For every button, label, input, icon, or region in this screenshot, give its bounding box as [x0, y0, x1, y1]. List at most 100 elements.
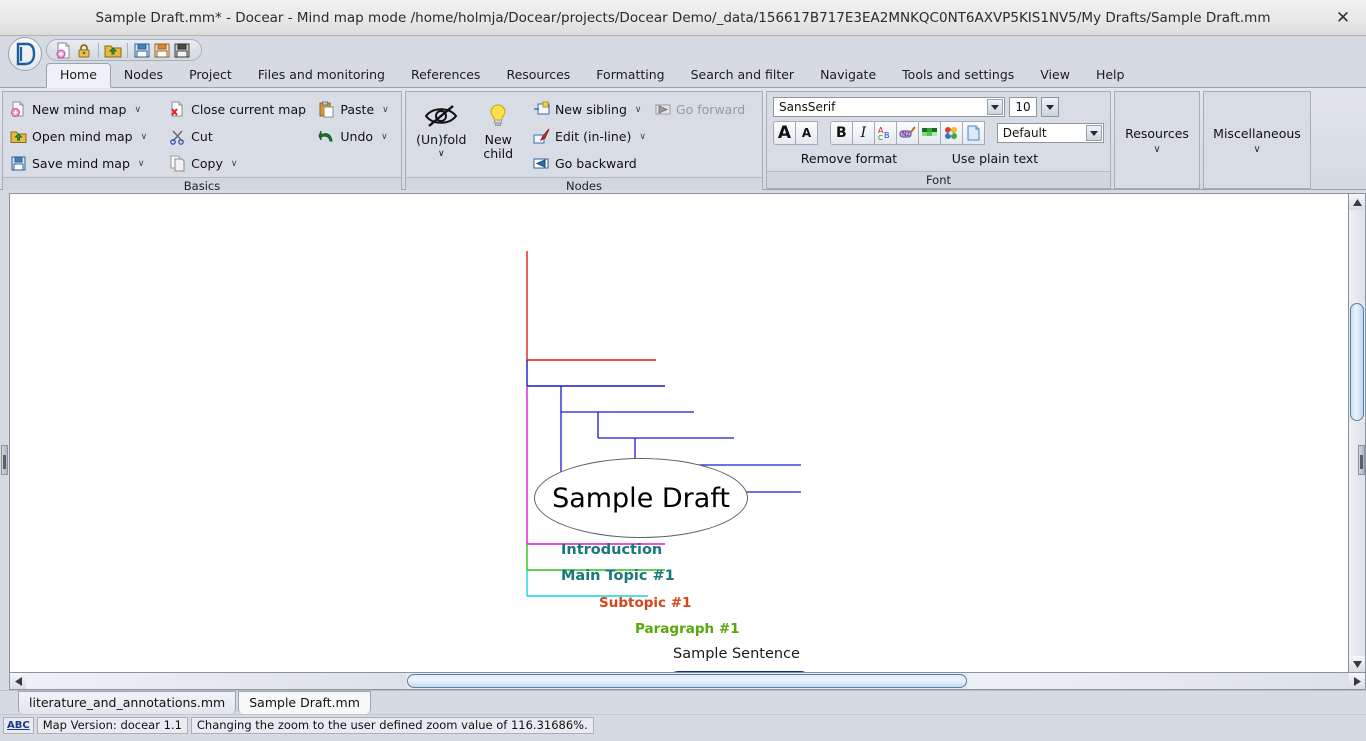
mindmap-node-introduction[interactable]: Introduction: [561, 542, 662, 558]
font-size-input[interactable]: 10: [1009, 97, 1037, 117]
horizontal-scrollbar[interactable]: [9, 673, 1366, 690]
chevron-down-icon[interactable]: ∨: [135, 105, 142, 115]
mindmap-root-node[interactable]: Sample Draft: [534, 458, 748, 538]
save-as-icon[interactable]: [153, 42, 171, 59]
chevron-down-icon[interactable]: ∨: [1153, 144, 1160, 155]
undo-label: Undo: [340, 129, 373, 144]
right-panel-collapse-handle[interactable]: [1358, 445, 1365, 475]
close-current-map-button[interactable]: Close current map: [167, 96, 316, 123]
scroll-right-button[interactable]: [1349, 673, 1365, 689]
unfold-button[interactable]: (Un)fold ∨: [411, 96, 472, 177]
tab-formatting[interactable]: Formatting: [583, 64, 677, 87]
tab-files-and-monitoring[interactable]: Files and monitoring: [245, 64, 398, 87]
mindmap-node-paragraph-1[interactable]: Paragraph #1: [635, 621, 740, 637]
new-sibling-button[interactable]: New sibling ∨: [531, 96, 652, 123]
go-backward-button[interactable]: Go backward: [531, 150, 652, 177]
tab-references[interactable]: References: [398, 64, 493, 87]
node-background-color-button[interactable]: [918, 121, 941, 145]
chevron-down-icon[interactable]: ∨: [381, 132, 388, 142]
chevron-down-icon[interactable]: ∨: [231, 159, 238, 169]
window-title-bar: Sample Draft.mm* - Docear - Mind map mod…: [0, 0, 1366, 36]
mindmap-node-sample-sentence-1[interactable]: Sample Sentence: [673, 646, 800, 662]
vertical-scroll-thumb[interactable]: [1350, 303, 1364, 421]
tab-navigate[interactable]: Navigate: [807, 64, 889, 87]
font-style-buttons: B I A B C Nz: [830, 121, 984, 145]
root-node-label: Sample Draft: [552, 483, 730, 514]
chevron-down-icon[interactable]: [1086, 125, 1102, 141]
cut-label: Cut: [191, 129, 213, 144]
chevron-down-icon[interactable]: [987, 99, 1003, 115]
mind-map-area: Sample Draft Introduction Main Topic #1 …: [0, 190, 1366, 673]
tab-search-and-filter[interactable]: Search and filter: [678, 64, 808, 87]
scroll-up-button[interactable]: [1349, 194, 1365, 210]
new-child-label-line2: child: [483, 147, 513, 161]
font-family-select[interactable]: SansSerif: [773, 97, 1005, 117]
spellcheck-status-icon[interactable]: ABC: [3, 717, 34, 734]
miscellaneous-button[interactable]: Miscellaneous ∨: [1203, 91, 1311, 189]
docear-logo-icon[interactable]: [8, 37, 42, 71]
open-mind-map-button[interactable]: Open mind map ∨: [8, 123, 167, 150]
doc-tab-sample-draft[interactable]: Sample Draft.mm: [238, 691, 371, 714]
vertical-scrollbar[interactable]: [1349, 193, 1366, 673]
paste-button[interactable]: Paste ∨: [316, 96, 396, 123]
copy-label: Copy: [191, 156, 223, 171]
new-mind-map-icon[interactable]: [55, 42, 73, 59]
node-style-colors-button[interactable]: [940, 121, 963, 145]
save-mind-map-button[interactable]: Save mind map ∨: [8, 150, 167, 177]
chevron-down-icon[interactable]: ∨: [141, 132, 148, 142]
chevron-down-icon[interactable]: ∨: [138, 159, 145, 169]
mindmap-node-main-topic-1[interactable]: Main Topic #1: [561, 568, 675, 584]
tab-nodes[interactable]: Nodes: [111, 64, 176, 87]
node-label: Main Topic #1: [561, 568, 675, 584]
doc-tab-literature-and-annotations[interactable]: literature_and_annotations.mm: [18, 691, 236, 714]
save-mind-map-label: Save mind map: [32, 156, 130, 171]
undo-button[interactable]: Undo ∨: [316, 123, 396, 150]
tab-resources[interactable]: Resources: [493, 64, 583, 87]
copy-button[interactable]: Copy ∨: [167, 150, 316, 177]
chevron-down-icon[interactable]: ∨: [382, 105, 389, 115]
scroll-left-button[interactable]: [10, 673, 26, 689]
new-mind-map-button[interactable]: New mind map ∨: [8, 96, 167, 123]
new-child-button[interactable]: New child: [472, 96, 525, 177]
node-color-button[interactable]: A B C: [874, 121, 897, 145]
vertical-scroll-track-top[interactable]: [1349, 210, 1365, 302]
highlight-color-button[interactable]: Nz: [896, 121, 919, 145]
scroll-down-button[interactable]: [1349, 656, 1365, 672]
grip-dots-icon: [3, 454, 6, 468]
edit-inline-button[interactable]: Edit (in-line) ∨: [531, 123, 652, 150]
italic-button[interactable]: I: [852, 121, 875, 145]
open-folder-icon[interactable]: [104, 42, 122, 59]
chevron-down-icon[interactable]: ∨: [1253, 144, 1260, 155]
node-style-select[interactable]: Default: [997, 123, 1104, 143]
tab-tools-and-settings[interactable]: Tools and settings: [889, 64, 1027, 87]
font-size-stepper[interactable]: [1041, 97, 1059, 117]
open-folder-icon: [10, 128, 27, 145]
tab-project[interactable]: Project: [176, 64, 245, 87]
close-icon[interactable]: ✕: [1330, 5, 1356, 31]
mindmap-node-sample-sentence-2-selected[interactable]: Sample Sentence: [669, 671, 810, 673]
mindmap-node-subtopic-1[interactable]: Subtopic #1: [599, 595, 691, 611]
go-backward-icon: [533, 155, 550, 172]
decrease-font-size-button[interactable]: A: [795, 121, 818, 145]
left-panel-collapse-handle[interactable]: [1, 445, 8, 475]
mind-map-canvas[interactable]: Sample Draft Introduction Main Topic #1 …: [9, 193, 1349, 673]
save-all-icon[interactable]: [173, 42, 191, 59]
horizontal-scroll-track-left[interactable]: [26, 673, 406, 689]
chevron-down-icon[interactable]: ∨: [438, 147, 445, 161]
use-plain-text-button[interactable]: [962, 121, 985, 145]
go-forward-label: Go forward: [676, 102, 745, 117]
save-icon[interactable]: [133, 42, 151, 59]
horizontal-scroll-track-right[interactable]: [968, 673, 1349, 689]
remove-format-label: Remove format: [773, 151, 925, 166]
increase-font-size-button[interactable]: A: [773, 121, 796, 145]
bold-button[interactable]: B: [830, 121, 853, 145]
resources-button[interactable]: Resources ∨: [1114, 91, 1200, 189]
cut-button[interactable]: Cut: [167, 123, 316, 150]
tab-help[interactable]: Help: [1083, 64, 1138, 87]
tab-view[interactable]: View: [1027, 64, 1083, 87]
horizontal-scroll-thumb[interactable]: [407, 674, 967, 688]
tab-home[interactable]: Home: [46, 63, 111, 88]
lock-icon[interactable]: [75, 42, 93, 59]
chevron-down-icon[interactable]: ∨: [639, 132, 646, 142]
chevron-down-icon[interactable]: ∨: [635, 105, 642, 115]
